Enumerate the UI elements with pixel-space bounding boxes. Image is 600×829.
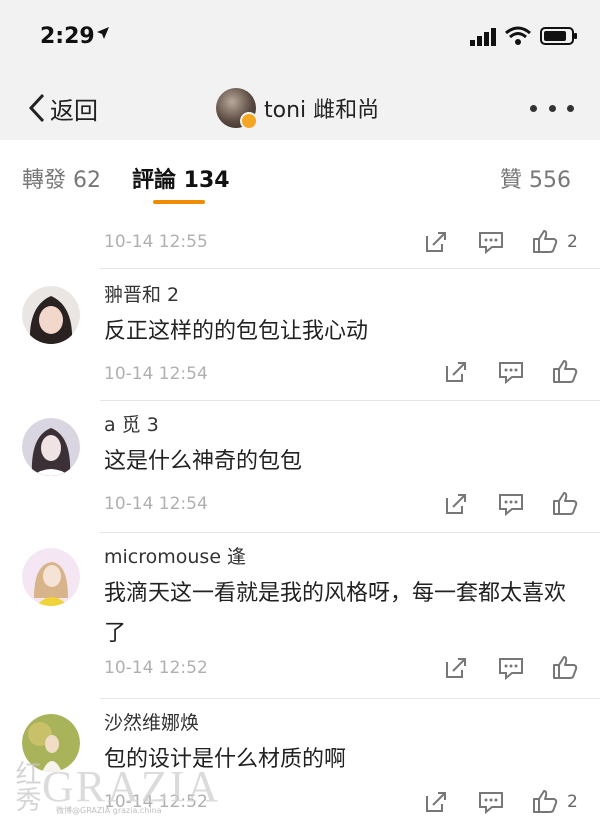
watermark-cn: 红秀 xyxy=(11,760,41,812)
divider xyxy=(100,268,600,269)
like-icon[interactable] xyxy=(532,788,558,814)
share-icon[interactable] xyxy=(424,230,448,254)
tab-comments[interactable]: 評論 134 xyxy=(132,162,230,194)
comment-time: 10-14 12:54 xyxy=(104,364,208,384)
tab-likes[interactable]: 贊 556 xyxy=(500,162,571,194)
share-icon[interactable] xyxy=(444,360,468,384)
watermark-brand: GRAZIA xyxy=(42,761,221,811)
dot-icon xyxy=(548,104,556,112)
comment-time: 10-14 12:55 xyxy=(104,232,208,252)
wifi-icon xyxy=(505,26,531,45)
dot-icon xyxy=(567,104,574,112)
more-options-button[interactable] xyxy=(530,96,574,120)
like-icon[interactable] xyxy=(532,228,558,254)
comment-icon[interactable] xyxy=(478,230,504,254)
share-icon[interactable] xyxy=(444,656,468,680)
comment-text: 反正这样的的包包让我心动 xyxy=(104,319,369,344)
verified-badge-icon xyxy=(240,112,258,130)
avatar[interactable] xyxy=(216,88,258,130)
comment-text: 我滴天这一看就是我的风格呀，每一套都太喜欢了 xyxy=(104,581,567,646)
like-icon[interactable] xyxy=(552,358,578,384)
tab-active-indicator xyxy=(153,200,205,204)
back-button[interactable]: 返回 xyxy=(28,88,98,128)
comment-time: 10-14 12:52 xyxy=(104,658,208,678)
avatar[interactable] xyxy=(22,286,80,344)
comment-username[interactable]: micromouse 逢 xyxy=(104,542,246,569)
dot-icon xyxy=(530,104,537,112)
status-time: 2:29 xyxy=(40,24,95,49)
nav-bar: 返回 toni 雌和尚 xyxy=(0,80,600,136)
like-count: 2 xyxy=(567,232,578,252)
watermark-credit: 微博@GRAZIA grazia.china xyxy=(56,806,162,815)
comment-text: 这是什么神奇的包包 xyxy=(104,449,303,474)
comment-icon[interactable] xyxy=(498,492,524,516)
divider xyxy=(100,400,600,401)
battery-icon xyxy=(540,27,577,45)
back-label: 返回 xyxy=(50,96,98,125)
tab-bar: 轉發 62 評論 134 贊 556 xyxy=(0,140,600,210)
chevron-left-icon xyxy=(28,93,45,123)
comment-icon[interactable] xyxy=(498,656,524,680)
signal-icon xyxy=(470,28,496,46)
profile-header[interactable]: toni 雌和尚 xyxy=(216,84,379,132)
divider xyxy=(100,698,600,699)
comment-username[interactable]: a 觅 3 xyxy=(104,410,159,437)
share-icon[interactable] xyxy=(424,790,448,814)
like-icon[interactable] xyxy=(552,490,578,516)
share-icon[interactable] xyxy=(444,492,468,516)
tab-reposts[interactable]: 轉發 62 xyxy=(22,162,101,194)
comment-time: 10-14 12:54 xyxy=(104,494,208,514)
status-bar: 2:29 xyxy=(0,0,600,70)
comment-icon[interactable] xyxy=(478,790,504,814)
avatar[interactable] xyxy=(22,418,80,476)
like-icon[interactable] xyxy=(552,654,578,680)
profile-name: toni 雌和尚 xyxy=(264,98,380,123)
location-arrow-icon xyxy=(97,27,109,39)
like-count: 2 xyxy=(567,792,578,812)
divider xyxy=(100,532,600,533)
comment-username[interactable]: 沙然维娜焕 xyxy=(104,708,199,735)
avatar[interactable] xyxy=(22,548,80,606)
comment-username[interactable]: 翀晋和 2 xyxy=(104,280,179,307)
comment-icon[interactable] xyxy=(498,360,524,384)
